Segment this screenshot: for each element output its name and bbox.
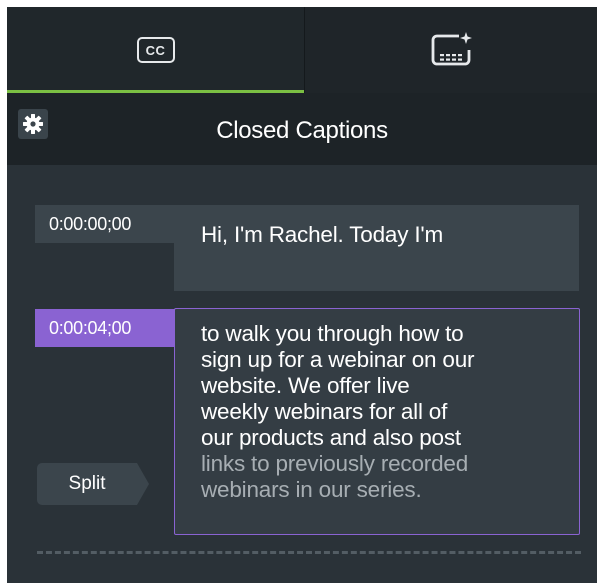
caption-timestamp-selected[interactable]: 0:00:04;00: [35, 309, 176, 347]
caption-line: our products and also post: [201, 425, 461, 450]
caption-line: sign up for a webinar on our: [201, 347, 475, 372]
caption-overflow-line: webinars in our series.: [201, 477, 422, 502]
split-button-label: Split: [68, 473, 106, 494]
captions-panel: CC Closed Captions 0:00:00;00 Hi, I'm Ra…: [7, 7, 597, 583]
panel-title: Closed Captions: [216, 117, 388, 144]
caption-line: website. We offer live: [201, 373, 410, 398]
caption-line: weekly webinars for all of: [201, 399, 448, 424]
caption-text-box[interactable]: Hi, I'm Rachel. Today I'm: [174, 205, 579, 291]
caption-overflow-line: links to previously recorded: [201, 451, 469, 476]
closed-captions-icon: CC: [136, 37, 175, 63]
caption-line: to walk you through how to: [201, 321, 464, 346]
tab-caption-edit[interactable]: [305, 7, 597, 93]
split-button[interactable]: Split: [37, 463, 149, 505]
tab-bar: CC: [7, 7, 597, 93]
panel-header: Closed Captions: [7, 93, 597, 165]
next-caption-placeholder: [37, 551, 581, 554]
caption-timestamp[interactable]: 0:00:00;00: [35, 205, 174, 243]
caption-edit-icon: [431, 32, 472, 66]
caption-text-box-selected[interactable]: to walk you through how to sign up for a…: [174, 308, 580, 535]
tab-closed-captions[interactable]: CC: [7, 7, 304, 93]
